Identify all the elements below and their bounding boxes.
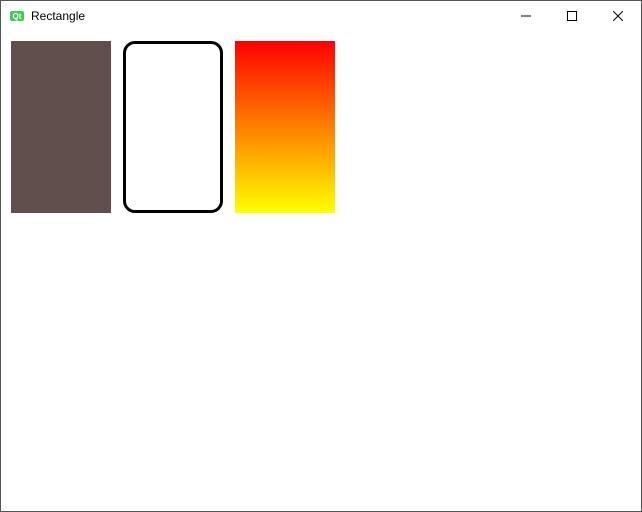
rectangle-gradient [235,41,335,213]
close-icon [613,11,623,21]
close-button[interactable] [595,1,641,31]
window-title: Rectangle [31,9,85,23]
maximize-button[interactable] [549,1,595,31]
titlebar-left: Qt Rectangle [1,8,503,24]
app-icon: Qt [9,8,25,24]
content-area [1,31,641,511]
rectangle-outline [123,41,223,213]
rectangle-solid [11,41,111,213]
minimize-icon [521,11,531,21]
app-window: Qt Rectangle [0,0,642,512]
svg-text:Qt: Qt [13,12,22,21]
window-controls [503,1,641,31]
titlebar: Qt Rectangle [1,1,641,31]
maximize-icon [567,11,577,21]
minimize-button[interactable] [503,1,549,31]
